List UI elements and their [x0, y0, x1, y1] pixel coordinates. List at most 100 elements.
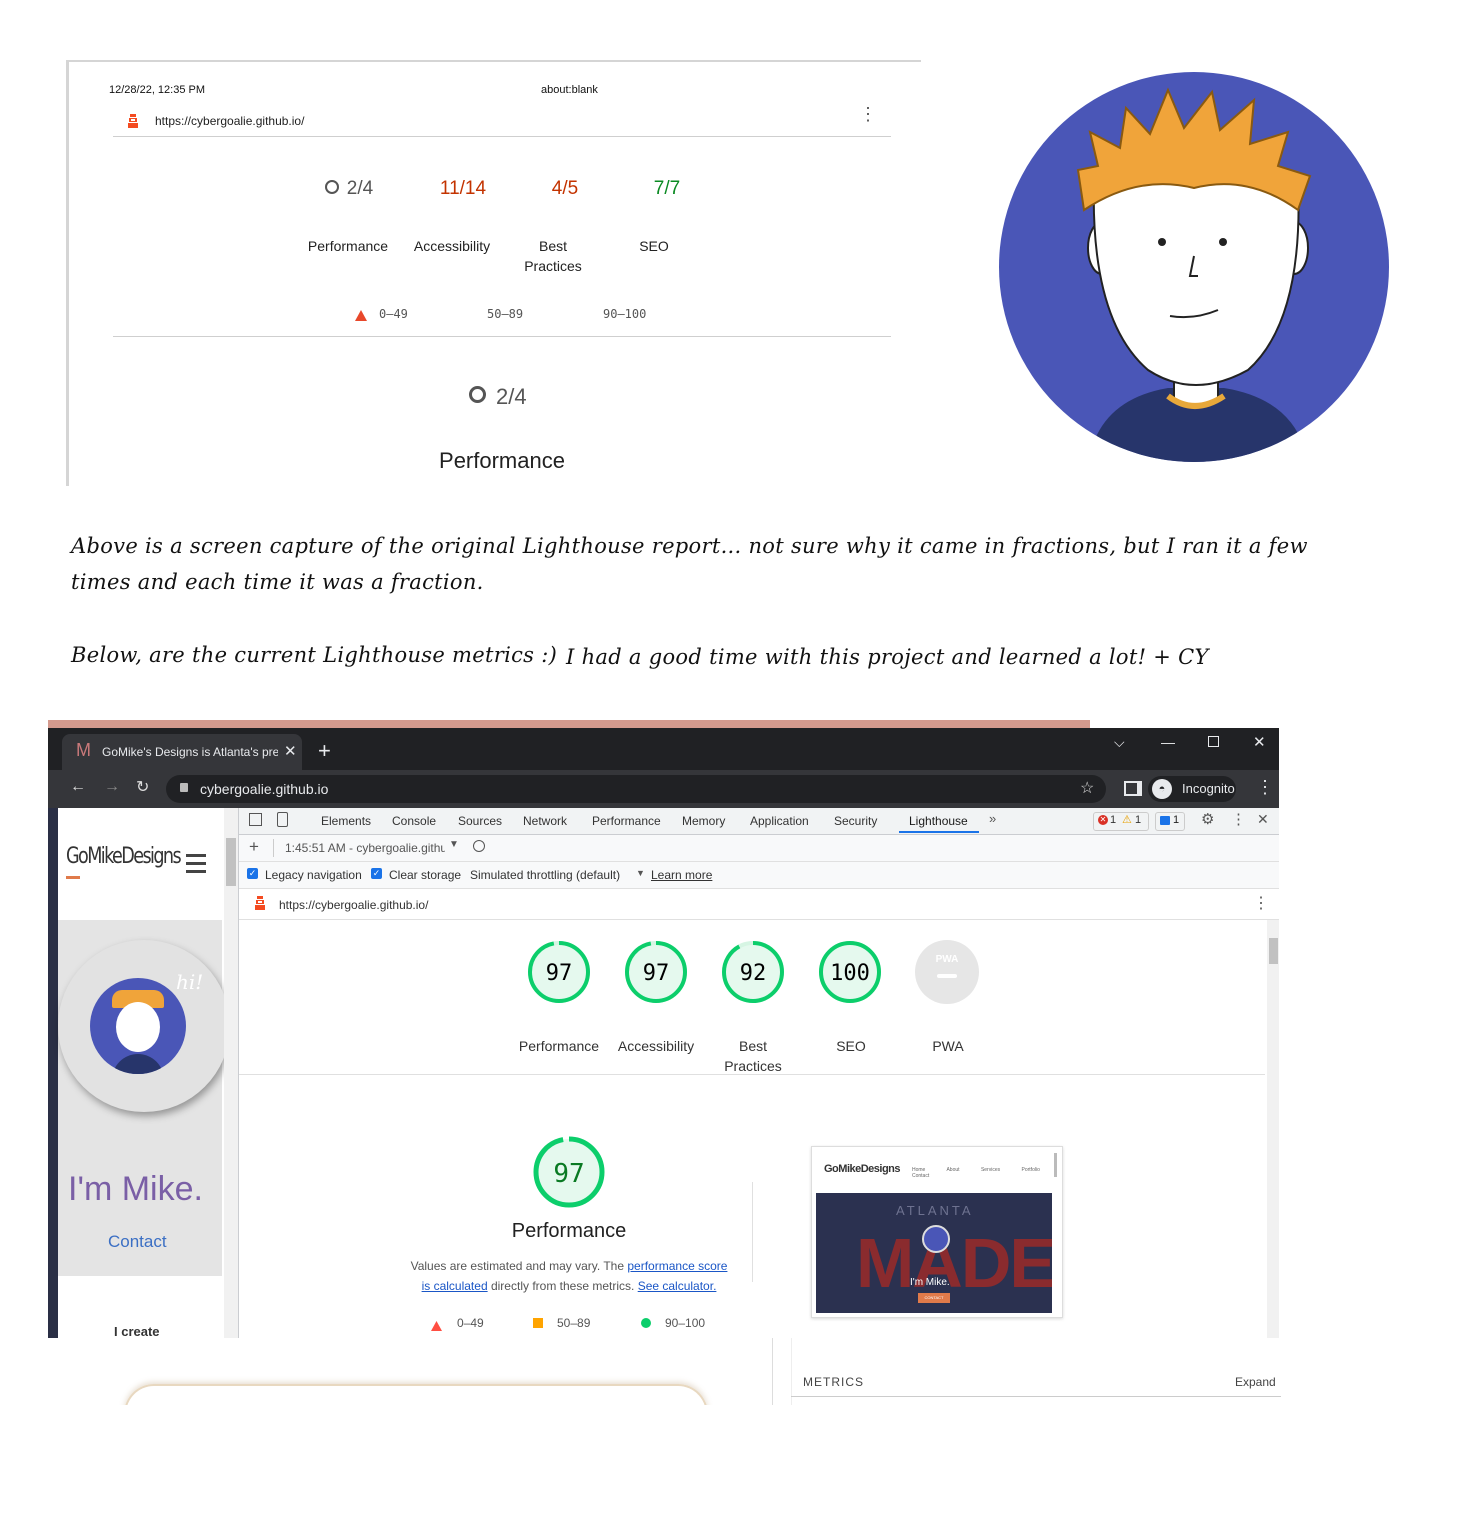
minimize-icon[interactable]: —: [1161, 734, 1175, 750]
star-icon[interactable]: ☆: [1080, 778, 1094, 798]
dropdown-arrow-icon[interactable]: ▼: [449, 839, 459, 850]
tab-elements[interactable]: Elements: [321, 808, 371, 834]
browser-menu-icon[interactable]: ⋮: [1256, 777, 1274, 798]
site-logo[interactable]: GoMikeDesigns: [66, 844, 182, 869]
site-scrollbar[interactable]: [224, 808, 238, 1338]
devtools-panel: Elements Console Sources Network Perform…: [238, 808, 1279, 1338]
clear-storage-checkbox[interactable]: ✓: [371, 868, 382, 879]
error-icon: ✕: [1098, 815, 1108, 825]
close-devtools-icon[interactable]: ✕: [1257, 811, 1269, 828]
report-page-title: about:blank: [541, 84, 598, 96]
performance-score-link[interactable]: performance score: [627, 1259, 727, 1273]
forward-icon[interactable]: →: [104, 778, 120, 796]
old-label-seo: SEO: [639, 238, 669, 254]
gauge-label-pwa: PWA: [932, 1038, 964, 1054]
metrics-fragment: METRICS Expand: [772, 1338, 1281, 1405]
thumb-nav-item: Portfolio: [1021, 1167, 1040, 1173]
metrics-label: METRICS: [803, 1375, 864, 1389]
tab-performance[interactable]: Performance: [592, 808, 661, 834]
note-line-3b: I had a good time with this project and …: [566, 645, 1209, 669]
legend-pass: 90–100: [603, 307, 647, 321]
tab-network[interactable]: Network: [523, 808, 567, 834]
divider: [791, 1338, 792, 1405]
clear-icon[interactable]: [473, 840, 485, 852]
gauge-score-value: 97: [546, 961, 573, 986]
new-report-icon[interactable]: +: [249, 837, 259, 857]
performance-gauge-large: 97: [533, 1136, 605, 1208]
issues-counter[interactable]: ✕ 1 ⚠ 1: [1093, 812, 1149, 831]
contact-link[interactable]: Contact: [108, 1232, 167, 1252]
report-menu-icon[interactable]: ⋮: [1253, 893, 1269, 913]
pwa-badge: [915, 940, 979, 1004]
inspect-icon[interactable]: [249, 813, 262, 826]
gauge-label-best-practices: Best Practices: [724, 1038, 782, 1074]
see-calculator-link[interactable]: See calculator.: [638, 1279, 717, 1293]
featured-label: Performance: [439, 448, 565, 473]
gear-icon[interactable]: ⚙: [1201, 810, 1214, 828]
hero-circle: hi!: [58, 940, 230, 1112]
device-toolbar-icon[interactable]: [277, 812, 288, 827]
thumb-hero: ATLANTA MADE I'm Mike. CONTACT: [816, 1193, 1052, 1313]
pass-circle-icon: [641, 1318, 651, 1328]
scrollbar-thumb[interactable]: [226, 838, 236, 886]
report-scrollbar-thumb[interactable]: [1269, 938, 1278, 964]
old-label-best-practices: Best Practices: [524, 238, 582, 274]
tab-sources[interactable]: Sources: [458, 808, 502, 834]
tab-memory[interactable]: Memory: [682, 808, 725, 834]
tab-title: GoMike's Designs is Atlanta's pre: [102, 745, 278, 759]
note-line-3: Below, are the current Lighthouse metric…: [71, 643, 558, 667]
is-calculated-link[interactable]: is calculated: [422, 1279, 488, 1293]
site-edge: [48, 808, 58, 1338]
learn-more-link[interactable]: Learn more: [651, 868, 712, 882]
address-bar[interactable]: cybergoalie.github.io ☆: [166, 775, 1106, 803]
thumb-logo: GoMikeDesigns: [824, 1163, 901, 1175]
performance-score-large: 97: [553, 1159, 584, 1189]
messages-counter[interactable]: 1: [1155, 812, 1185, 831]
ring-icon: [324, 180, 339, 194]
mini-avatar: [90, 978, 186, 1074]
reload-icon[interactable]: ↻: [136, 777, 149, 797]
message-icon: [1160, 816, 1170, 825]
close-window-icon[interactable]: ✕: [1253, 733, 1266, 751]
tab-console[interactable]: Console: [392, 808, 436, 834]
thumb-caption: I'm Mike.: [910, 1277, 950, 1288]
old-lighthouse-report: 12/28/22, 12:35 PM about:blank https://c…: [66, 60, 921, 486]
legacy-checkbox[interactable]: ✓: [247, 868, 258, 879]
devtools-menu-icon[interactable]: ⋮: [1231, 810, 1246, 828]
kebab-menu-icon[interactable]: ⋮: [859, 105, 877, 123]
browser-tab[interactable]: M GoMike's Designs is Atlanta's pre ✕: [62, 734, 302, 770]
thumb-nav-item: About: [946, 1167, 960, 1173]
avatar: [998, 70, 1390, 469]
close-tab-icon[interactable]: ✕: [284, 742, 297, 760]
tab-security[interactable]: Security: [834, 808, 877, 834]
report-scrollbar[interactable]: [1267, 920, 1279, 1338]
throttling-label: Simulated throttling (default): [470, 868, 621, 882]
pwa-dash-icon: [937, 974, 957, 978]
performance-title: Performance: [511, 1220, 627, 1242]
hamburger-icon[interactable]: [186, 854, 206, 873]
featured-score-value: 2/4: [496, 384, 527, 409]
new-tab-icon[interactable]: +: [318, 738, 331, 764]
legend-fail: 0–49: [379, 307, 408, 321]
divider: [791, 1396, 1281, 1397]
more-tabs-icon[interactable]: »: [989, 811, 996, 826]
chevron-down-icon[interactable]: ⌵: [1114, 734, 1125, 751]
old-score-best-practices: 4/5: [551, 178, 579, 199]
legend-average: 50–89: [487, 307, 524, 321]
throttling-dropdown-icon[interactable]: ▼: [636, 868, 645, 878]
sidepanel-icon[interactable]: [1124, 781, 1142, 796]
thumb-nav: Home About Services Portfolio Contact: [912, 1167, 1062, 1179]
address-text: cybergoalie.github.io: [200, 781, 329, 797]
back-icon[interactable]: ←: [70, 778, 86, 796]
maximize-icon[interactable]: [1208, 736, 1219, 747]
tab-application[interactable]: Application: [750, 808, 809, 834]
fail-triangle-icon: [431, 1318, 442, 1336]
expand-button[interactable]: Expand: [1235, 1375, 1276, 1389]
gauge-score-value: 97: [643, 961, 670, 986]
legacy-label: Legacy navigation: [265, 868, 362, 882]
report-selector[interactable]: 1:45:51 AM - cybergoalie.githu: [285, 841, 445, 855]
thumb-bg-text: MADE: [856, 1224, 1052, 1302]
incognito-label: Incognito: [1182, 781, 1235, 796]
incognito-badge[interactable]: ◓ Incognito: [1148, 776, 1236, 802]
logo-underline: [66, 876, 80, 879]
